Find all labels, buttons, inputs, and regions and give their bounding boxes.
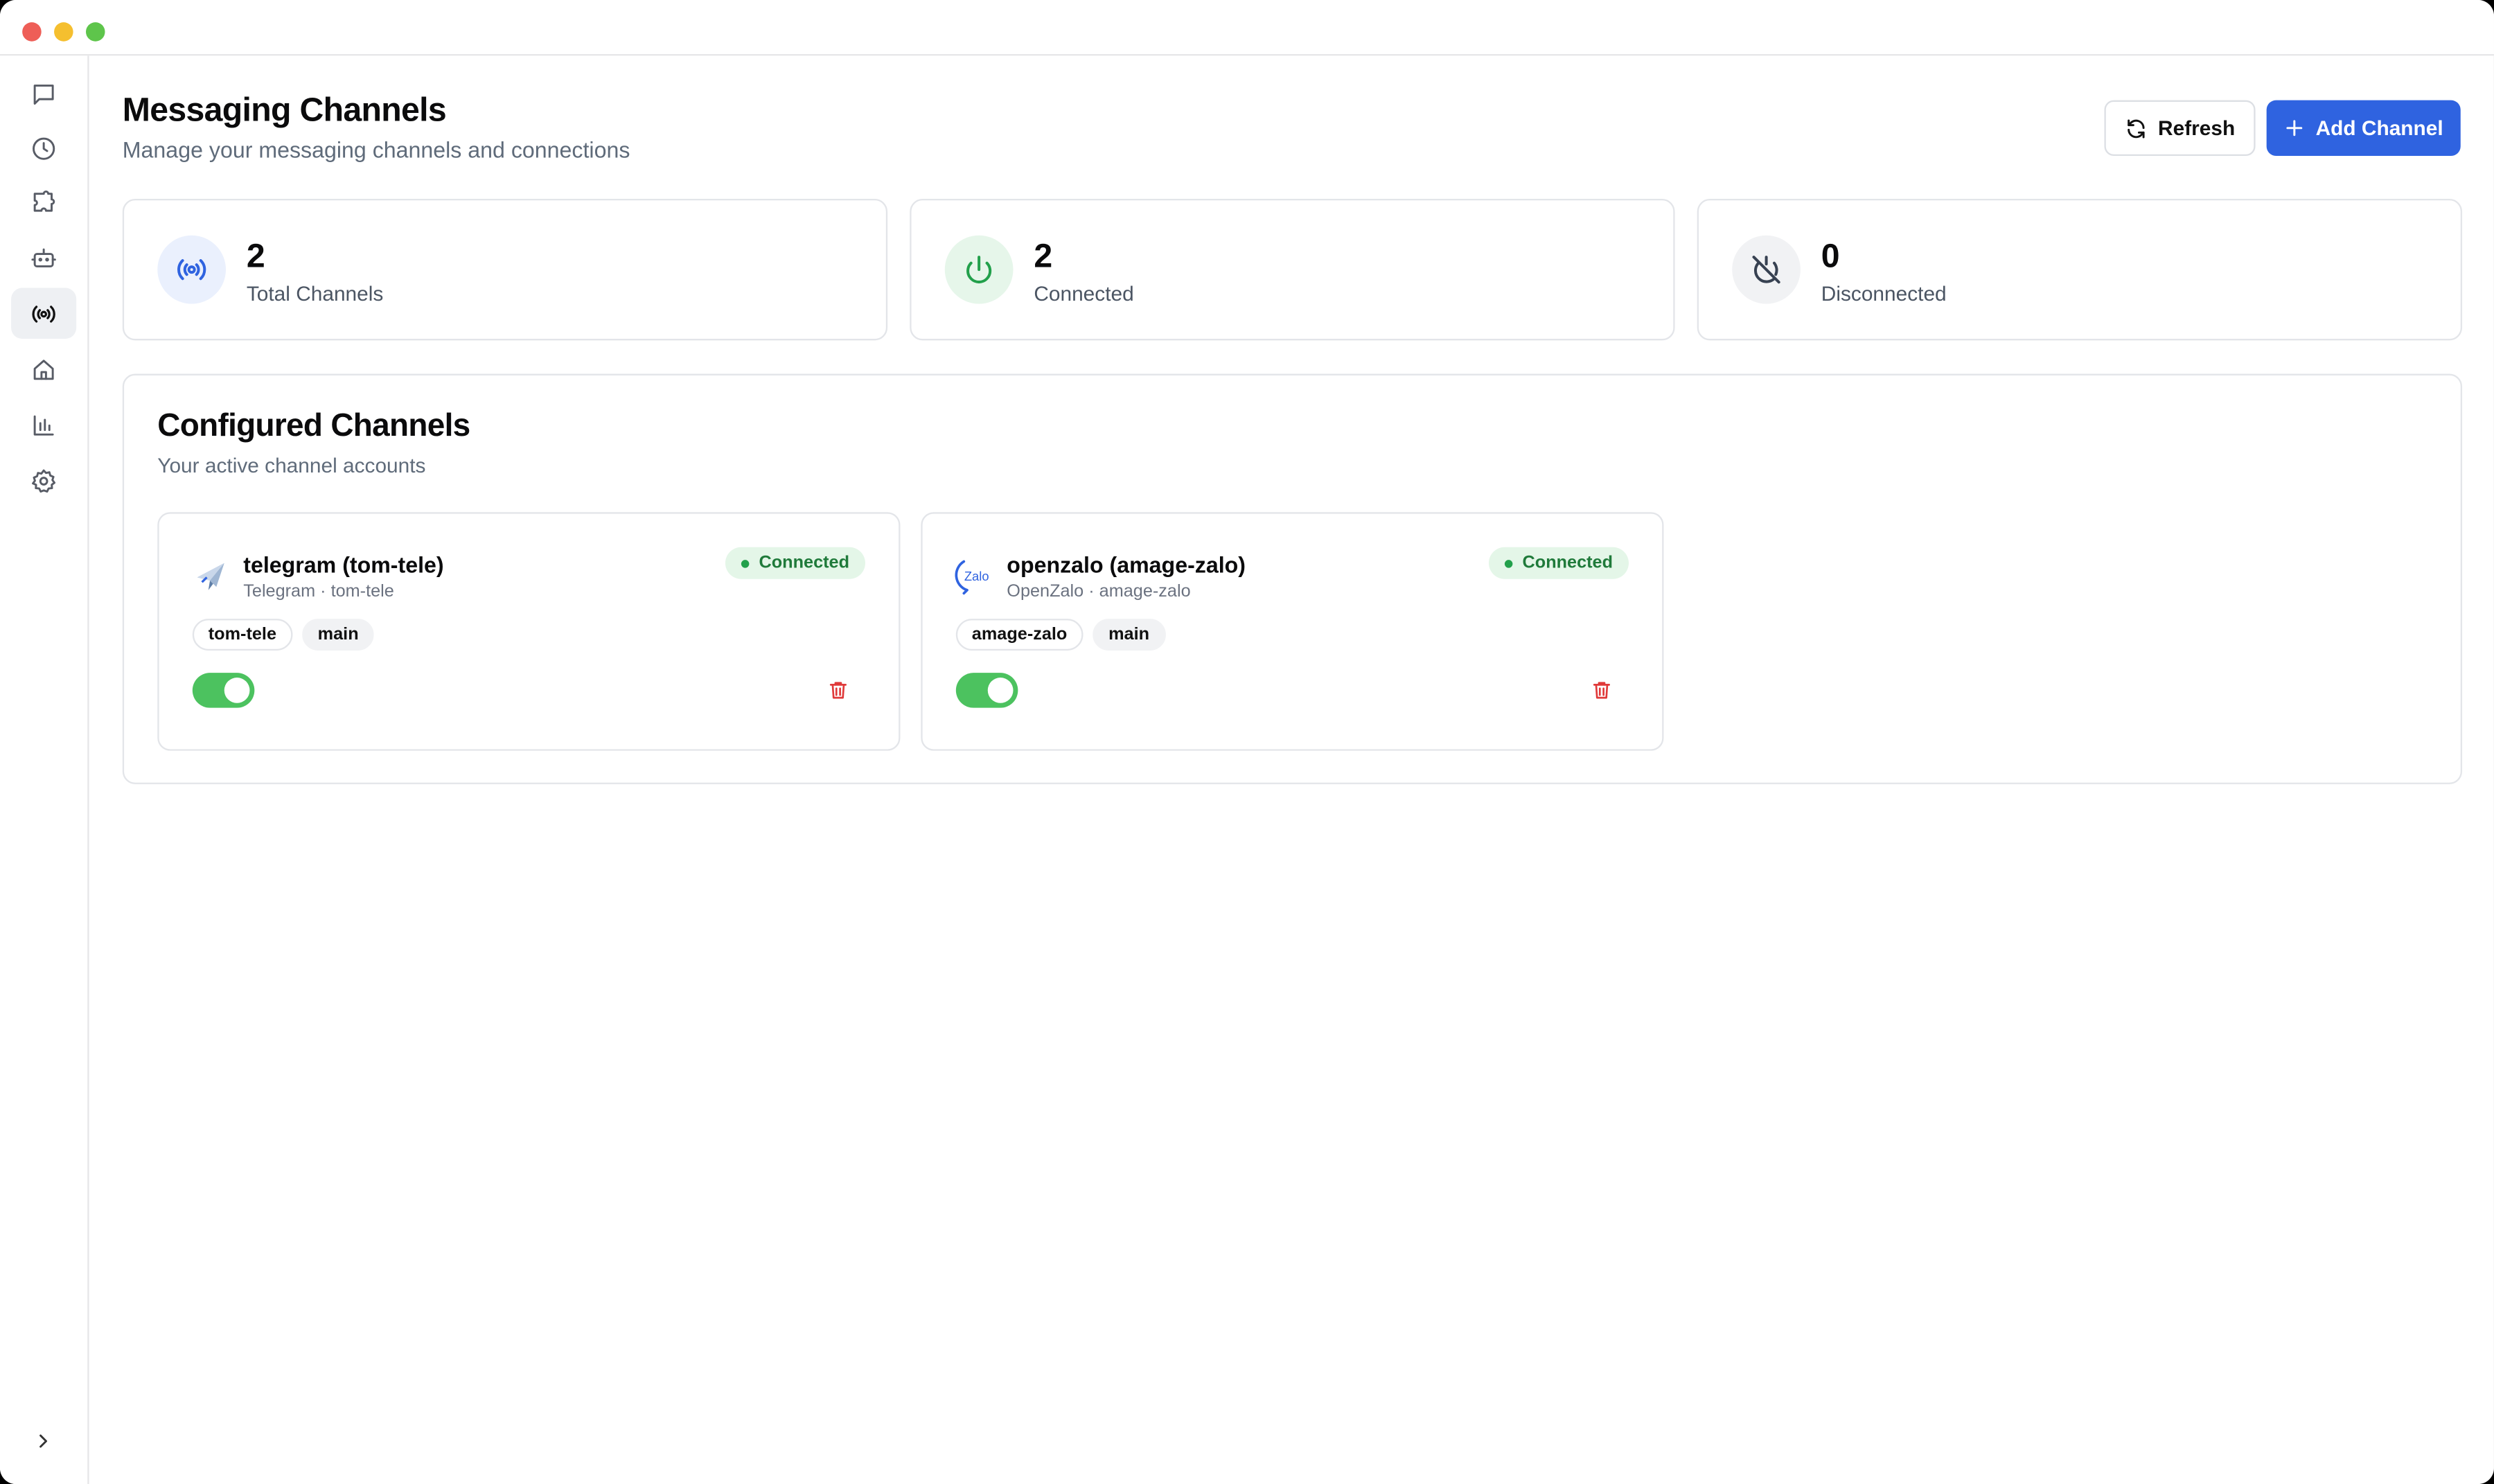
channel-tags: tom-tele main [192, 619, 375, 651]
add-channel-button[interactable]: Add Channel [2266, 100, 2461, 156]
puzzle-icon [33, 189, 55, 211]
plus-icon [2286, 120, 2303, 136]
channel-name: openzalo (amage-zalo) [1007, 551, 1246, 578]
trash-icon [1593, 682, 1611, 699]
stat-connected-icon-wrap [944, 235, 1014, 304]
channel-name: telegram (tom-tele) [243, 551, 444, 578]
configured-channels-panel: Configured Channels Your active channel … [122, 373, 2463, 784]
status-dot-icon [741, 559, 750, 567]
radio-icon [177, 259, 206, 281]
stat-disconnected-value: 0 [1821, 238, 1840, 276]
delete-channel-button[interactable] [1591, 679, 1613, 701]
refresh-icon [2127, 118, 2145, 138]
app-window: Messaging Channels Manage your messaging… [0, 0, 2494, 1484]
refresh-label: Refresh [2158, 116, 2236, 141]
status-dot-icon [1505, 559, 1513, 567]
channel-tag: main [301, 619, 375, 651]
stat-card-connected: 2 Connected [910, 198, 1675, 341]
sidebar-item-settings[interactable] [11, 455, 76, 506]
toggle-knob [224, 678, 250, 703]
close-window-button[interactable] [22, 22, 42, 42]
chat-icon [33, 83, 54, 104]
page-subtitle: Manage your messaging channels and conne… [122, 136, 630, 163]
status-badge: Connected [725, 547, 865, 579]
channel-enable-toggle[interactable] [955, 673, 1018, 708]
channel-tag: amage-zalo [955, 619, 1084, 651]
add-channel-label: Add Channel [2315, 116, 2443, 141]
sidebar-item-home[interactable] [11, 344, 76, 394]
refresh-button[interactable]: Refresh [2104, 100, 2256, 156]
channel-card-openzalo[interactable]: Zalo openzalo (amage-zalo) OpenZalo · am… [921, 512, 1664, 751]
status-badge-label: Connected [759, 553, 850, 573]
power-icon [966, 256, 992, 283]
radio-icon [32, 305, 55, 322]
stat-disconnected-icon-wrap [1732, 235, 1801, 304]
channel-tag: tom-tele [192, 619, 292, 651]
channel-tags: amage-zalo main [955, 619, 1165, 651]
main-content: Messaging Channels Manage your messaging… [89, 55, 2494, 1484]
trash-icon [829, 682, 847, 699]
sidebar-item-agents[interactable] [11, 232, 76, 283]
page-title: Messaging Channels [122, 92, 447, 129]
bar-chart-icon [33, 414, 54, 435]
channel-meta: Telegram · tom-tele [243, 582, 394, 601]
stat-total-label: Total Channels [246, 281, 384, 306]
configured-title: Configured Channels [157, 409, 470, 444]
title-bar [0, 0, 2494, 56]
stat-total-icon-wrap [157, 235, 227, 304]
sidebar-item-chat[interactable] [11, 69, 76, 119]
stat-card-total: 2 Total Channels [122, 198, 888, 341]
sidebar-expand-button[interactable] [26, 1424, 61, 1459]
channel-tag: main [1093, 619, 1165, 651]
sidebar-item-analytics[interactable] [11, 399, 76, 450]
zalo-logo-text: Zalo [964, 569, 989, 583]
stat-disconnected-label: Disconnected [1821, 281, 1947, 306]
home-icon [33, 359, 54, 380]
power-off-icon [1752, 256, 1780, 284]
channel-enable-toggle[interactable] [192, 673, 255, 708]
clock-icon [33, 136, 55, 159]
bot-icon [31, 247, 56, 267]
toggle-knob [987, 678, 1014, 703]
sidebar-item-plugins[interactable] [11, 177, 76, 227]
channel-card-telegram[interactable]: telegram (tom-tele) Telegram · tom-tele … [157, 512, 901, 751]
chevron-right-icon [39, 1434, 48, 1448]
gear-icon [32, 468, 56, 492]
sidebar-item-history[interactable] [11, 123, 76, 173]
maximize-window-button[interactable] [85, 22, 105, 42]
stat-connected-value: 2 [1034, 238, 1053, 276]
telegram-plane-icon [191, 555, 233, 597]
stat-connected-label: Connected [1034, 281, 1134, 306]
delete-channel-button[interactable] [827, 679, 849, 701]
status-badge: Connected [1489, 547, 1629, 579]
sidebar-item-channels[interactable] [11, 288, 77, 339]
stat-card-disconnected: 0 Disconnected [1697, 198, 2463, 341]
channel-meta: OpenZalo · amage-zalo [1007, 582, 1191, 601]
status-badge-label: Connected [1522, 553, 1613, 573]
stat-total-value: 2 [246, 238, 265, 276]
minimize-window-button[interactable] [54, 22, 73, 42]
sidebar [0, 55, 89, 1484]
zalo-logo-icon: Zalo [955, 555, 996, 597]
configured-subtitle: Your active channel accounts [157, 453, 426, 477]
